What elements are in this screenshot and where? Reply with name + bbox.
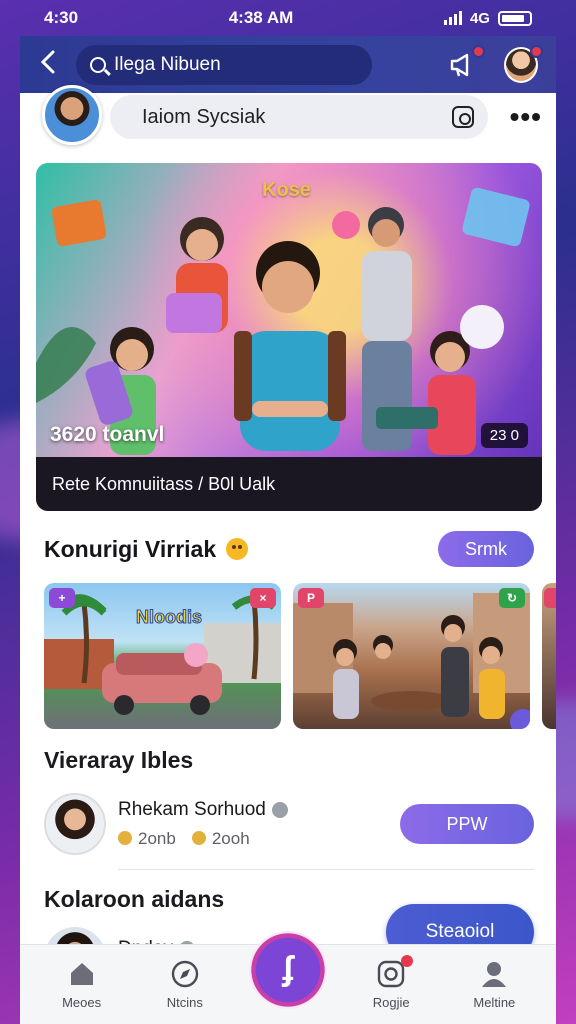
- person-name: Rhekam Sorhuod: [118, 799, 266, 820]
- section-title: Konurigi Virriak: [44, 535, 217, 562]
- community-action-button[interactable]: Srmk: [438, 531, 534, 567]
- card-indicator: [510, 709, 530, 729]
- battery-icon: [497, 10, 532, 26]
- carousel-card[interactable]: Nloodis + ×: [44, 583, 281, 729]
- person-info: Rhekam Sorhuod 2onb 2ooh: [118, 799, 288, 849]
- banner-logo: Kose: [262, 179, 311, 201]
- composer-row: Iaiom Sycsiak •••: [20, 85, 556, 145]
- status-time-left: 4:30: [44, 8, 79, 27]
- tab-profile[interactable]: Meltine: [454, 959, 534, 1010]
- composer-input[interactable]: Iaiom Sycsiak: [110, 95, 488, 139]
- camera-badge: [401, 955, 414, 967]
- chevron-left-icon: [40, 50, 55, 73]
- tab-label: Rogjie: [372, 995, 410, 1010]
- stat-two: 2ooh: [191, 829, 250, 849]
- person-avatar[interactable]: [44, 793, 106, 855]
- search-text: Ilega Nibuen: [114, 53, 221, 75]
- follow-button[interactable]: PPW: [400, 804, 534, 844]
- carousel-card-partial[interactable]: [542, 583, 556, 729]
- bottom-tab-bar: Meoes Ntcins ʄ Rogjie Meltine: [20, 930, 556, 1024]
- person-name-row: Rhekam Sorhuod: [118, 799, 288, 821]
- card-tag-icon: [544, 588, 556, 608]
- card-tag: +: [49, 588, 75, 608]
- banner-count: 3620 toanvl: [50, 423, 165, 446]
- people-section-title: Vieraray Ibles: [44, 746, 194, 773]
- profile-icon: [479, 959, 509, 989]
- person-stats: 2onb 2ooh: [118, 829, 288, 849]
- compass-icon: [170, 959, 200, 989]
- banner-badge: 23 0: [480, 423, 528, 448]
- camera-icon[interactable]: [451, 106, 474, 128]
- close-icon[interactable]: ×: [250, 588, 276, 608]
- back-button[interactable]: [34, 50, 62, 80]
- card-illustration: [293, 593, 530, 719]
- stat-icon: [191, 831, 206, 845]
- smile-emoji-icon: [226, 538, 249, 560]
- card-title: Nloodis: [136, 607, 203, 628]
- search-icon: [90, 56, 106, 73]
- person-row[interactable]: Rhekam Sorhuod 2onb 2ooh PPW: [20, 785, 556, 863]
- divider: [118, 869, 534, 870]
- tab-label: Ntcins: [166, 995, 203, 1010]
- stat-icon: [118, 831, 132, 845]
- status-bar: 4:30 4:38 AM 4G: [0, 0, 576, 36]
- app-bar-actions: [446, 44, 543, 83]
- tab-explore[interactable]: Ntcins: [145, 959, 225, 1010]
- card-carousel: Nloodis + × P ↻: [20, 583, 556, 729]
- tab-label: Meoes: [62, 995, 102, 1010]
- card-illustration: [44, 594, 281, 715]
- top-app-bar: Ilega Nibuen: [20, 36, 556, 93]
- home-icon: [67, 959, 97, 989]
- status-indicators: 4G: [443, 9, 532, 27]
- composer-prompt: Iaiom Sycsiak: [142, 105, 266, 128]
- verified-icon: [271, 802, 288, 818]
- share-icon[interactable]: ↻: [499, 588, 525, 608]
- carousel-card[interactable]: P ↻: [293, 583, 530, 729]
- app-screen: Ilega Nibuen Iaiom Sycsiak ••• Kose 3620…: [20, 36, 556, 1024]
- notification-badge: [472, 44, 485, 58]
- search-input[interactable]: Ilega Nibuen: [76, 44, 372, 85]
- tab-label: Meltine: [473, 995, 516, 1010]
- more-options-button[interactable]: •••: [510, 103, 542, 131]
- status-time-center: 4:38 AM: [228, 8, 294, 27]
- tab-create[interactable]: ʄ: [248, 930, 328, 1009]
- signal-icon: [443, 11, 462, 25]
- tab-home[interactable]: Meoes: [42, 959, 122, 1010]
- tab-camera[interactable]: Rogjie: [351, 955, 431, 1010]
- notifications-button[interactable]: [446, 44, 485, 82]
- user-avatar[interactable]: [42, 85, 102, 145]
- community-section-header: Konurigi Virriak Srmk: [20, 529, 556, 569]
- account-button[interactable]: [504, 44, 543, 83]
- banner-caption: Rete Komnuiitass / B0l Ualk: [36, 457, 542, 511]
- featured-banner[interactable]: Kose 3620 toanvl 23 0 Rete Komnuiitass /…: [36, 163, 542, 511]
- card-tag: P: [298, 588, 324, 608]
- stat-one: 2onb: [118, 829, 176, 849]
- network-label: 4G: [469, 9, 490, 27]
- account-badge: [530, 44, 543, 58]
- create-icon: ʄ: [248, 930, 327, 1009]
